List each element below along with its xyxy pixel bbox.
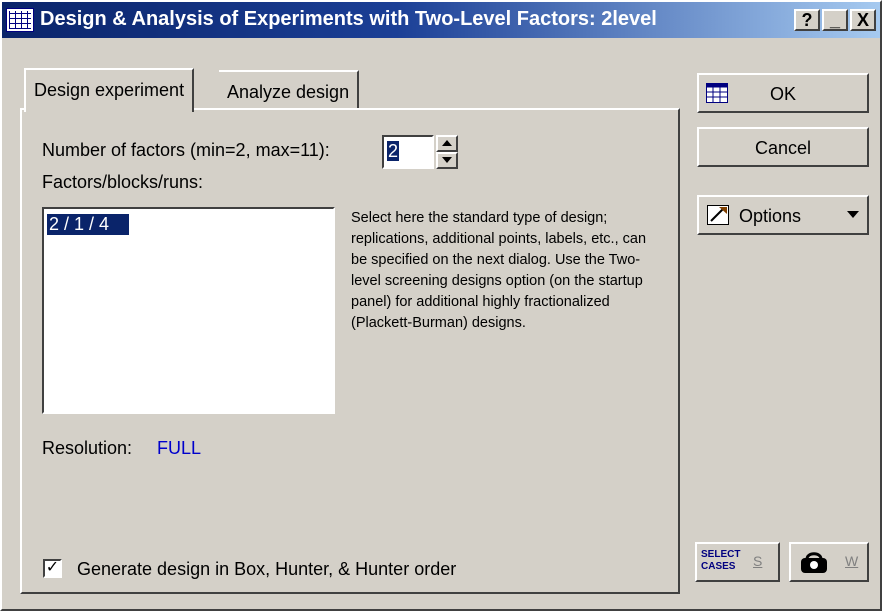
cancel-label: Cancel [754, 138, 812, 158]
design-listbox[interactable]: 2 / 1 / 4 [42, 207, 335, 414]
select-cases-line1: SELECT [701, 549, 741, 560]
tab-analyze-design[interactable]: Analyze design [219, 70, 360, 110]
dialog-window: Design & Analysis of Experiments with Tw… [0, 0, 882, 611]
arrow-up-icon [442, 140, 452, 146]
select-cases-icon: SELECT CASES [701, 549, 740, 573]
factors-value: 2 [387, 141, 400, 161]
weight-icon [801, 552, 827, 573]
resolution-label: Resolution: [42, 438, 133, 458]
title-bar[interactable]: Design & Analysis of Experiments with Tw… [2, 2, 880, 38]
list-item[interactable]: 2 / 1 / 4 [47, 214, 130, 235]
window-title: Design & Analysis of Experiments with Tw… [40, 8, 657, 30]
design-description: Select here the standard type of design;… [351, 210, 647, 331]
select-cases-letter: S [753, 553, 763, 569]
factors-spinner[interactable] [436, 135, 458, 169]
resolution-value: FULL [157, 438, 202, 458]
bhh-order-label[interactable]: Generate design in Box, Hunter, & Hunter… [77, 559, 456, 580]
minimize-button[interactable]: _ [822, 9, 848, 31]
weight-button[interactable]: W [789, 542, 869, 582]
help-button[interactable]: ? [794, 9, 820, 31]
ok-button[interactable]: OK [697, 73, 869, 113]
tab-design-experiment[interactable]: Design experiment [24, 68, 195, 112]
bhh-order-checkbox[interactable]: ✓ [43, 559, 62, 578]
app-grid-icon [6, 8, 34, 32]
close-button[interactable]: X [850, 9, 876, 31]
select-cases-line2: CASES [701, 561, 736, 572]
arrow-down-icon [442, 157, 452, 163]
factors-input[interactable]: 2 [382, 135, 434, 169]
ok-label: OK [769, 84, 796, 104]
factors-label: Number of factors (min=2, max=11): [42, 140, 330, 160]
spin-down-button[interactable] [436, 152, 458, 169]
cancel-button[interactable]: Cancel [697, 127, 869, 167]
spin-up-button[interactable] [436, 135, 458, 152]
weight-letter: W [845, 553, 859, 569]
list-label: Factors/blocks/runs: [42, 172, 204, 192]
select-cases-button[interactable]: SELECT CASES S [695, 542, 780, 582]
options-label: Options [739, 206, 802, 226]
options-button[interactable]: Options [697, 195, 869, 235]
options-tool-icon [707, 205, 729, 225]
dropdown-arrow-icon [847, 211, 859, 218]
